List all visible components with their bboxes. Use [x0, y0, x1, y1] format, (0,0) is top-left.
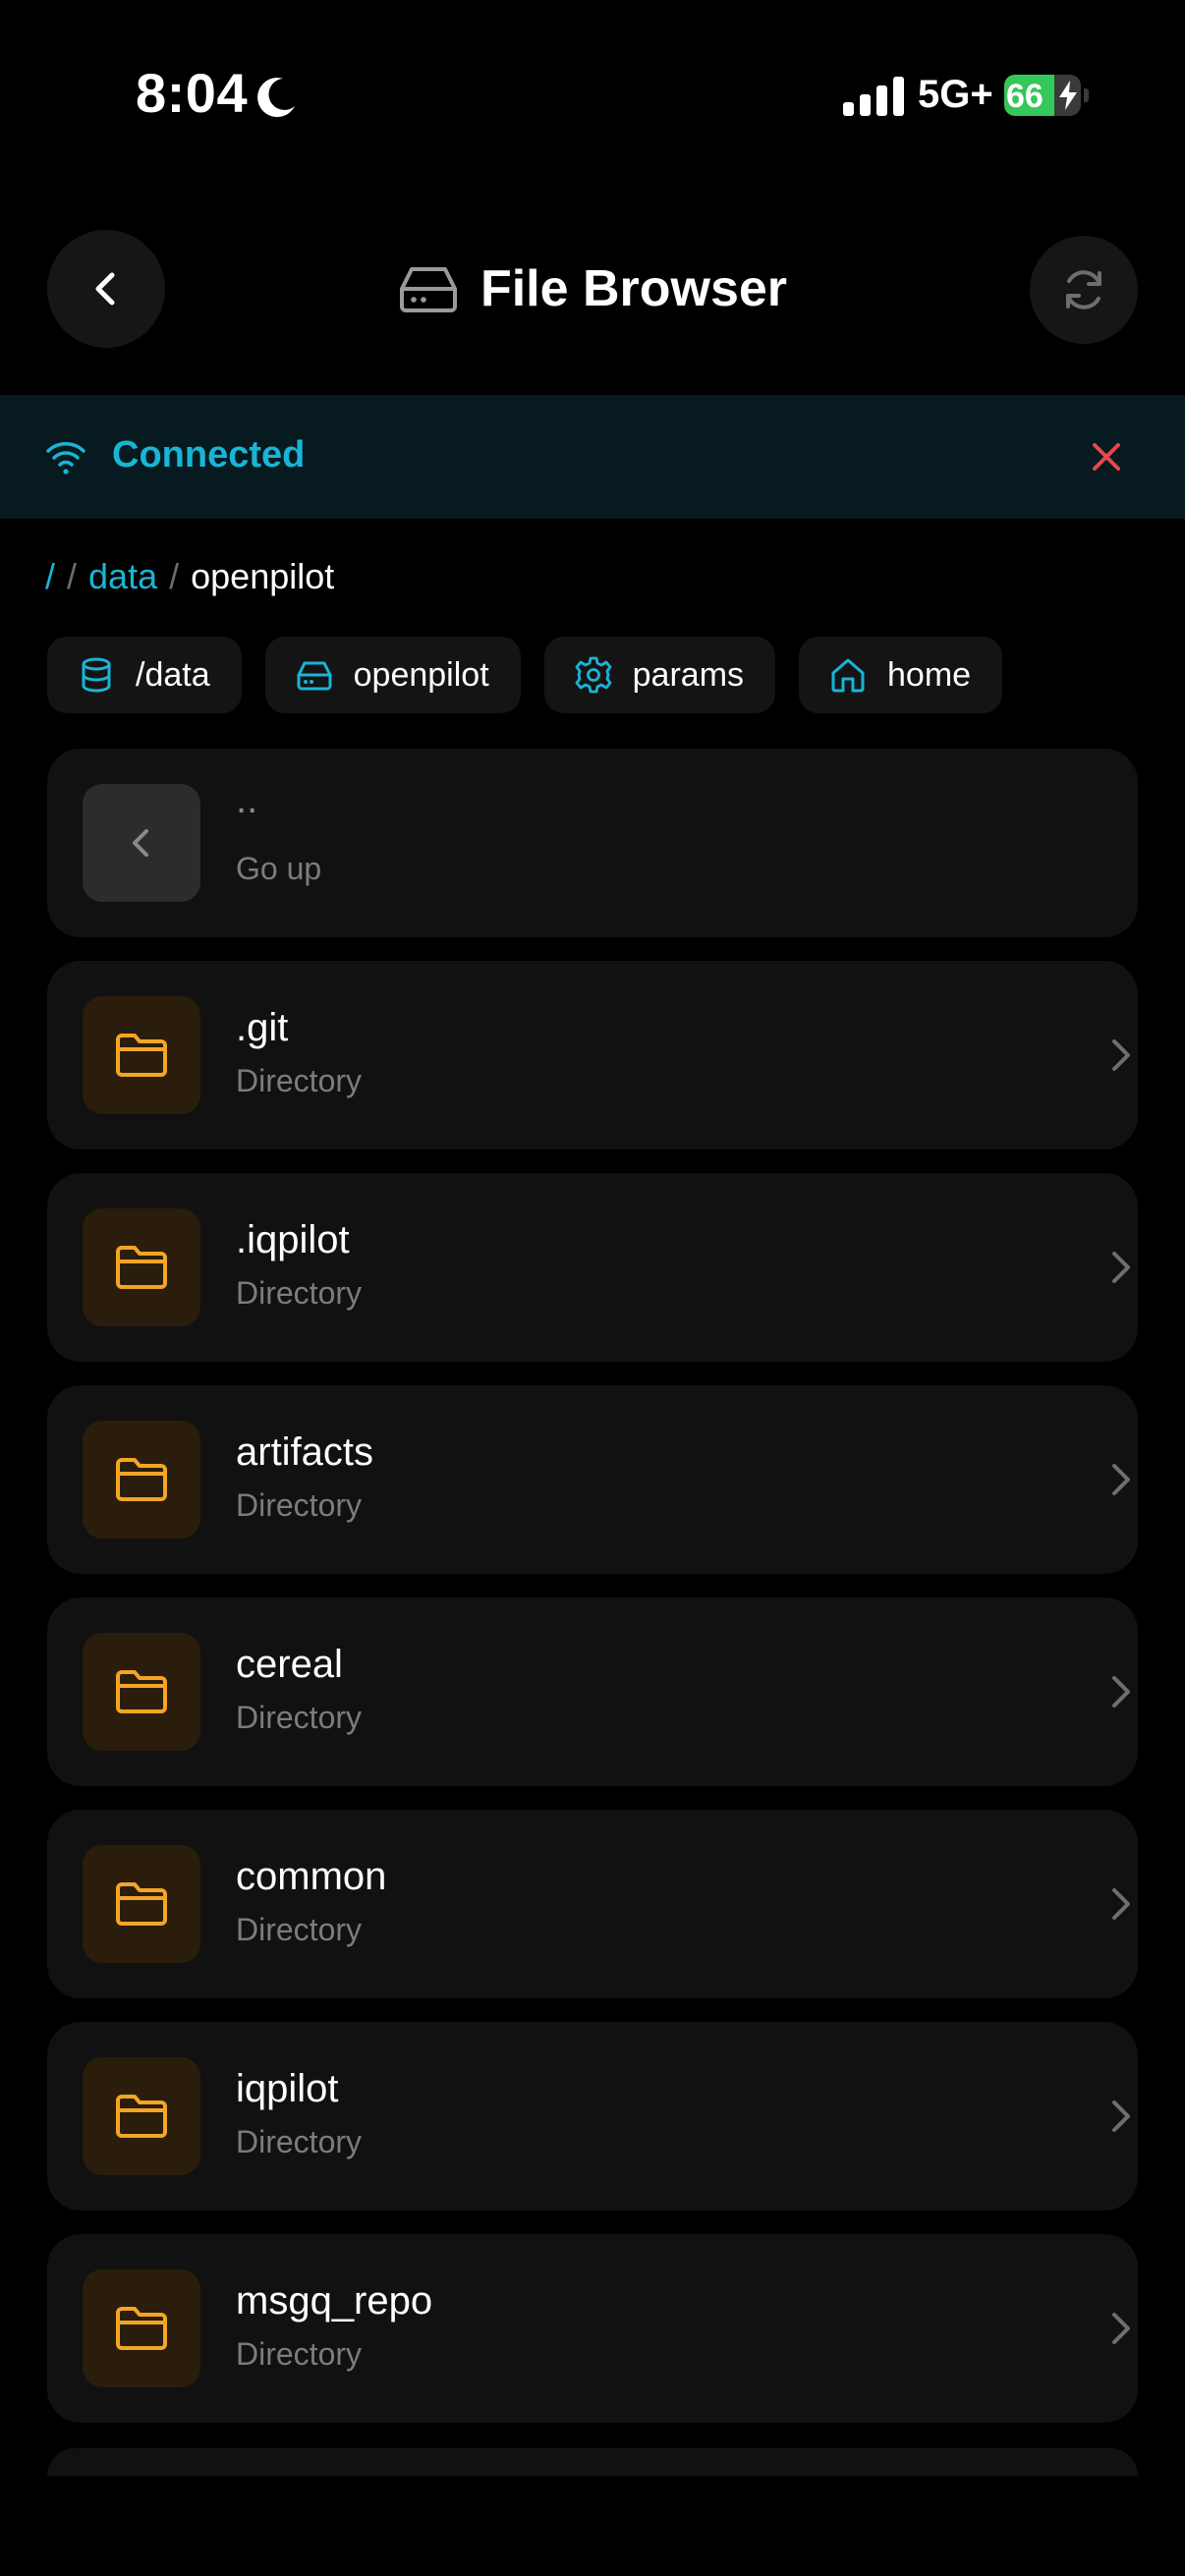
folder-icon — [116, 2307, 167, 2350]
folder-icon-box — [83, 1845, 200, 1963]
chip-params[interactable]: params — [543, 637, 776, 713]
list-item[interactable]: common Directory — [47, 1810, 1138, 1998]
go-up-label: Go up — [236, 851, 322, 886]
chevron-right-icon — [1112, 1888, 1130, 1920]
go-up-icon-box — [83, 784, 200, 902]
folder-icon-box — [83, 996, 200, 1114]
list-item[interactable]: msgq_repo Directory — [47, 2234, 1138, 2423]
folder-icon-box — [83, 1633, 200, 1751]
chevron-right-icon — [1112, 2313, 1130, 2344]
file-list: .. Go up .git Directory .iqpilot Directory a… — [47, 749, 1138, 2446]
drive-icon — [297, 661, 332, 691]
gear-icon — [575, 656, 612, 694]
list-item[interactable]: .git Directory — [47, 961, 1138, 1149]
chip-label: params — [632, 655, 745, 694]
entry-name: .git — [236, 1006, 289, 1049]
chip-openpilot[interactable]: openpilot — [264, 637, 521, 713]
chevron-right-icon — [1112, 1464, 1130, 1495]
database-icon — [82, 657, 111, 693]
list-item[interactable]: .iqpilot Directory — [47, 1173, 1138, 1362]
breadcrumb-root[interactable]: / — [45, 556, 55, 597]
network-type: 5G+ — [918, 73, 993, 116]
entry-name: iqpilot — [236, 2067, 339, 2110]
list-item[interactable]: cereal Directory — [47, 1597, 1138, 1786]
quick-locations: /data openpilot params home — [47, 637, 1003, 713]
entry-type: Directory — [236, 1063, 363, 1098]
moon-icon — [257, 78, 295, 118]
folder-icon-box — [83, 1208, 200, 1326]
entry-type: Directory — [236, 1487, 363, 1523]
entry-name: artifacts — [236, 1430, 374, 1474]
chip-data[interactable]: /data — [47, 637, 242, 713]
folder-icon — [116, 1034, 167, 1077]
page-title: File Browser — [480, 260, 788, 317]
chevron-right-icon — [1112, 1676, 1130, 1708]
hard-drive-icon — [399, 267, 457, 312]
breadcrumb-current: openpilot — [191, 556, 335, 596]
entry-name: common — [236, 1855, 387, 1898]
battery-percent: 66 — [1006, 78, 1044, 115]
chevron-left-icon — [133, 829, 148, 857]
entry-name: cereal — [236, 1643, 343, 1686]
folder-icon — [116, 1882, 167, 1926]
refresh-icon — [1066, 270, 1101, 309]
status-time: 8:04 — [136, 62, 249, 124]
breadcrumb-separator: / — [67, 556, 78, 596]
entry-type: Directory — [236, 2124, 363, 2159]
folder-icon-box — [83, 2057, 200, 2175]
entry-name: msgq_repo — [236, 2279, 433, 2323]
list-item-partial[interactable] — [47, 2448, 1138, 2476]
breadcrumb: / / data / openpilot — [45, 556, 334, 597]
chip-label: home — [887, 655, 972, 694]
chip-home[interactable]: home — [799, 637, 1003, 713]
folder-icon-box — [83, 1421, 200, 1539]
go-up-name: .. — [236, 778, 258, 821]
folder-icon — [116, 1670, 167, 1713]
wifi-icon — [46, 442, 85, 475]
battery-cap — [1084, 88, 1089, 102]
folder-icon — [116, 2095, 167, 2138]
breadcrumb-data[interactable]: data — [88, 556, 157, 597]
close-icon[interactable] — [1087, 437, 1126, 476]
list-item[interactable]: artifacts Directory — [47, 1385, 1138, 1574]
chevron-right-icon — [1112, 2100, 1130, 2132]
battery-indicator: 66 — [1004, 75, 1089, 116]
entry-type: Directory — [236, 1912, 363, 1947]
go-up-row[interactable]: .. Go up — [47, 749, 1138, 937]
chevron-right-icon — [1112, 1039, 1130, 1071]
chevron-right-icon — [1112, 1252, 1130, 1283]
breadcrumb-separator: / — [169, 556, 180, 596]
folder-icon — [116, 1246, 167, 1289]
folder-icon — [116, 1458, 167, 1501]
header-title-group: File Browser — [0, 252, 1185, 326]
charging-bolt-icon — [1059, 81, 1077, 110]
entry-type: Directory — [236, 1275, 363, 1311]
list-item[interactable]: iqpilot Directory — [47, 2022, 1138, 2211]
connection-status: Connected — [112, 434, 306, 476]
refresh-button[interactable] — [1030, 236, 1138, 344]
chip-label: /data — [136, 655, 210, 694]
entry-type: Directory — [236, 2336, 363, 2372]
bottom-area — [0, 2476, 1185, 2576]
entry-type: Directory — [236, 1700, 363, 1735]
entry-name: .iqpilot — [236, 1218, 350, 1261]
cellular-signal-icon — [843, 77, 904, 116]
home-icon — [831, 658, 865, 693]
chip-label: openpilot — [353, 655, 489, 694]
folder-icon-box — [83, 2269, 200, 2387]
